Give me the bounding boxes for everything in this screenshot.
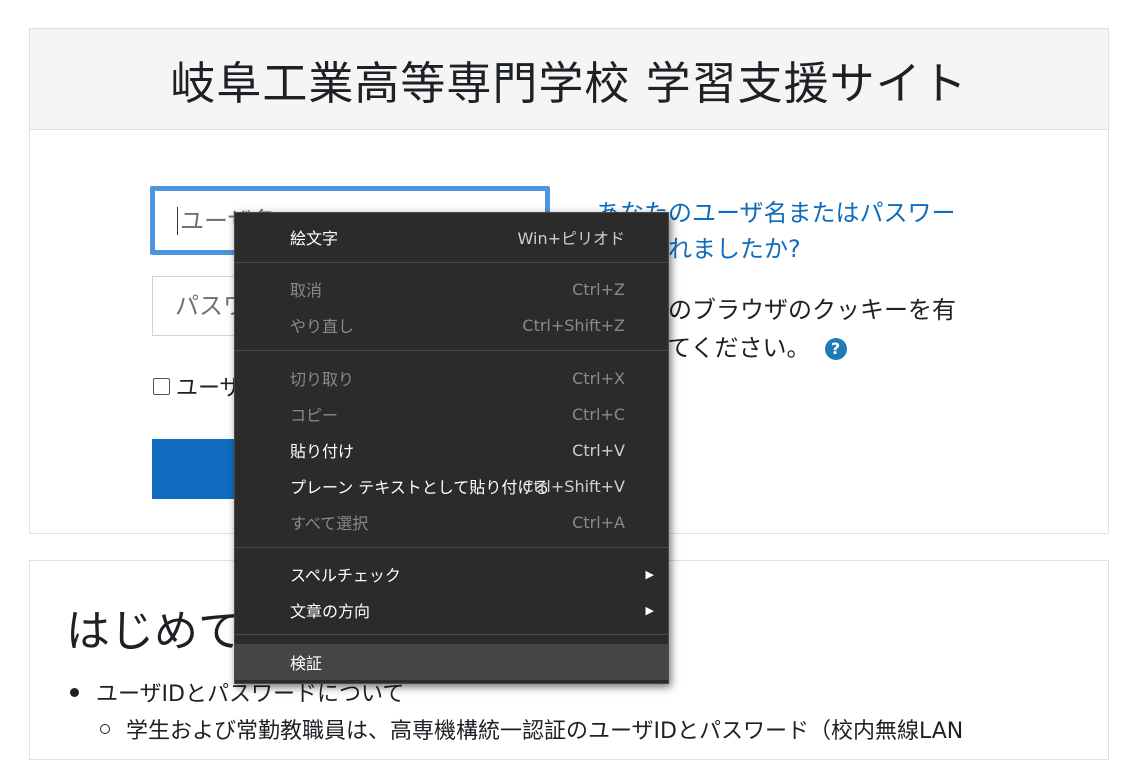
- bullet-dot-icon: [70, 687, 79, 697]
- login-card-header: 岐阜工業高等専門学校 学習支援サイト: [30, 29, 1108, 130]
- context-menu: 絵文字 Win+ピリオド 取消 Ctrl+Z やり直し Ctrl+Shift+Z…: [234, 212, 669, 684]
- submenu-arrow-icon: ▶: [645, 567, 654, 581]
- help-icon[interactable]: ?: [824, 338, 847, 360]
- list-item: 学生および常勤教職員は、高専機構統一認証のユーザIDとパスワード（校内無線LAN: [100, 713, 963, 745]
- menu-item-label: プレーン テキストとして貼り付ける: [290, 478, 550, 497]
- menu-item-writing-direction[interactable]: 文章の方向 ▶: [235, 592, 668, 628]
- menu-separator: [235, 350, 668, 351]
- menu-item-shortcut: Ctrl+C: [571, 404, 625, 424]
- menu-item-shortcut: Win+ピリオド: [517, 229, 625, 248]
- menu-item-label: 貼り付け: [290, 442, 355, 461]
- menu-item-select-all[interactable]: すべて選択 Ctrl+A: [235, 504, 668, 540]
- menu-item-shortcut: Ctrl+A: [572, 512, 625, 532]
- menu-separator: [235, 262, 668, 263]
- remember-username-checkbox[interactable]: [153, 377, 170, 395]
- menu-item-shortcut: Ctrl+X: [572, 368, 625, 388]
- menu-item-label: 絵文字: [290, 229, 339, 248]
- menu-item-label: 取消: [290, 281, 323, 300]
- menu-separator: [235, 634, 668, 635]
- menu-item-inspect[interactable]: 検証: [235, 644, 668, 680]
- menu-item-cut[interactable]: 切り取り Ctrl+X: [235, 360, 668, 396]
- menu-item-shortcut: Ctrl+Shift+Z: [522, 315, 625, 335]
- menu-item-copy[interactable]: コピー Ctrl+C: [235, 396, 668, 432]
- text-caret: [177, 206, 178, 235]
- menu-item-shortcut: Ctrl+V: [572, 440, 625, 460]
- site-title: 岐阜工業高等専門学校 学習支援サイト: [170, 56, 968, 110]
- menu-item-paste-plain-text[interactable]: プレーン テキストとして貼り付ける Ctrl+Shift+V: [235, 468, 668, 504]
- menu-item-emoji[interactable]: 絵文字 Win+ピリオド: [235, 219, 668, 255]
- menu-item-redo[interactable]: やり直し Ctrl+Shift+Z: [235, 307, 668, 343]
- menu-item-label: 検証: [290, 654, 323, 673]
- menu-item-shortcut: Ctrl+Z: [572, 279, 625, 299]
- menu-item-undo[interactable]: 取消 Ctrl+Z: [235, 271, 668, 307]
- menu-item-paste[interactable]: 貼り付け Ctrl+V: [235, 432, 668, 468]
- menu-item-spellcheck[interactable]: スペルチェック ▶: [235, 556, 668, 592]
- submenu-arrow-icon: ▶: [645, 603, 654, 617]
- menu-separator: [235, 547, 668, 548]
- menu-item-label: 文章の方向: [290, 602, 371, 621]
- menu-item-label: コピー: [290, 406, 339, 425]
- menu-item-label: 切り取り: [290, 370, 355, 389]
- list-item-text: 学生および常勤教職員は、高専機構統一認証のユーザIDとパスワード（校内無線LAN: [126, 719, 964, 744]
- menu-item-label: やり直し: [290, 317, 355, 336]
- menu-item-label: スペルチェック: [290, 566, 401, 585]
- menu-item-shortcut: Ctrl+Shift+V: [522, 476, 625, 496]
- menu-item-label: すべて選択: [290, 514, 369, 533]
